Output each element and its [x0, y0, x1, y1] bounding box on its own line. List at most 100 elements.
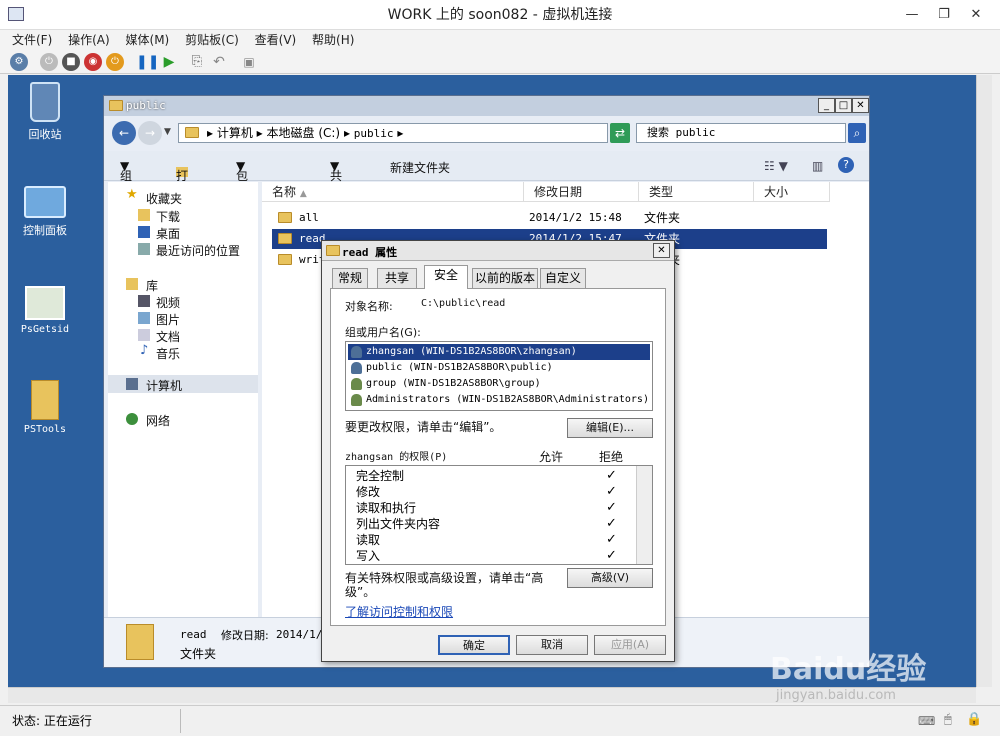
dialog-close-button[interactable]: ✕: [653, 243, 670, 258]
sort-ascending-icon: ▲: [299, 189, 307, 199]
forward-icon[interactable]: →: [138, 121, 162, 145]
enhanced-session-icon[interactable]: ▣: [240, 53, 258, 71]
menu-file[interactable]: 文件(F): [12, 30, 52, 50]
address-bar[interactable]: ▸ 计算机 ▸ 本地磁盘 (C:) ▸ public ▸: [178, 123, 608, 143]
permission-row: 列出文件夹内容 ✓: [356, 516, 617, 531]
advanced-button[interactable]: 高级(V): [567, 568, 653, 588]
permissions-scrollbar[interactable]: [636, 466, 652, 564]
explorer-title: public: [126, 99, 166, 112]
back-icon[interactable]: ←: [112, 121, 136, 145]
host-title-bar: WORK 上的 soon082 - 虚拟机连接 — ❐ ✕: [0, 0, 1000, 30]
nav-libraries[interactable]: 库: [146, 277, 158, 294]
save-icon[interactable]: ⏻: [106, 53, 124, 71]
tab-customize[interactable]: 自定义: [540, 268, 586, 288]
group-icon: [351, 378, 362, 390]
start-icon[interactable]: ⏻: [40, 53, 58, 71]
maximize-button[interactable]: ❐: [930, 6, 958, 24]
list-item[interactable]: public (WIN-DS1B2AS8BOR\public): [348, 360, 650, 376]
recent-pages-chevron-icon[interactable]: ▼: [164, 127, 171, 137]
breadcrumb: ▸ 计算机 ▸ 本地磁盘 (C:) ▸ public ▸: [207, 126, 404, 140]
pause-icon[interactable]: ❚❚: [136, 53, 159, 71]
list-item[interactable]: Administrators (WIN-DS1B2AS8BOR\Administ…: [348, 392, 650, 408]
deny-header: 拒绝: [599, 450, 624, 464]
music-icon: ♪: [140, 343, 149, 358]
preview-pane-icon[interactable]: ▥: [812, 159, 823, 173]
go-icon[interactable]: ⇄: [610, 123, 630, 143]
nav-documents[interactable]: 文档: [156, 328, 180, 345]
dialog-title: read 属性: [342, 246, 398, 259]
desktop-icon-recycle-bin[interactable]: 回收站: [10, 82, 80, 142]
nav-videos[interactable]: 视频: [156, 294, 180, 311]
view-options-icon[interactable]: ☷ ▼: [764, 159, 788, 173]
desktop-icon-psgetsid[interactable]: PsGetsid: [10, 286, 80, 335]
nav-recent-places[interactable]: 最近访问的位置: [156, 242, 240, 259]
permission-row: 写入 ✓: [356, 548, 617, 563]
breadcrumb-public[interactable]: public: [354, 127, 394, 140]
desktop-icon-control-panel[interactable]: 控制面板: [10, 186, 80, 238]
control-panel-icon: [24, 186, 66, 218]
details-type: 文件夹: [180, 647, 217, 661]
breadcrumb-local-disk[interactable]: 本地磁盘 (C:): [267, 126, 341, 140]
nav-music[interactable]: 音乐: [156, 345, 180, 362]
user-icon: [351, 346, 362, 358]
edit-button[interactable]: 编辑(E)...: [567, 418, 653, 438]
list-item[interactable]: zhangsan (WIN-DS1B2AS8BOR\zhangsan): [348, 344, 650, 360]
tab-security[interactable]: 安全: [424, 265, 468, 289]
apply-button[interactable]: 应用(A): [594, 635, 666, 655]
menu-view[interactable]: 查看(V): [255, 30, 297, 50]
check-icon: ✓: [606, 500, 617, 515]
learn-access-control-link[interactable]: 了解访问控制和权限: [345, 603, 453, 620]
desktop-icon-label: 回收站: [28, 128, 62, 141]
share-button[interactable]: 共享 ▼: [330, 159, 342, 200]
ctrl-alt-del-icon[interactable]: ⚙: [10, 53, 28, 71]
revert-icon[interactable]: ↶: [210, 53, 228, 71]
tab-general[interactable]: 常规: [332, 268, 368, 288]
search-input[interactable]: 搜索 public: [636, 123, 846, 143]
column-date[interactable]: 修改日期: [524, 182, 639, 202]
breadcrumb-computer[interactable]: 计算机: [217, 126, 253, 140]
new-folder-button[interactable]: 新建文件夹: [390, 159, 450, 176]
folder-icon: [278, 233, 292, 244]
cancel-button[interactable]: 取消: [516, 635, 588, 655]
snapshot-icon[interactable]: ⎘: [188, 53, 206, 71]
object-name-label: 对象名称:: [345, 300, 393, 313]
tab-sharing[interactable]: 共享: [377, 268, 417, 288]
organize-button[interactable]: 组织 ▼: [120, 159, 132, 200]
host-menu-bar: 文件(F) 操作(A) 媒体(M) 剪贴板(C) 查看(V) 帮助(H): [0, 30, 1000, 50]
explorer-maximize-button[interactable]: □: [835, 98, 852, 113]
column-type[interactable]: 类型: [639, 182, 754, 202]
help-icon[interactable]: ?: [838, 157, 854, 173]
menu-help[interactable]: 帮助(H): [312, 30, 354, 50]
nav-downloads[interactable]: 下载: [156, 208, 180, 225]
menu-clipboard[interactable]: 剪贴板(C): [185, 30, 239, 50]
menu-media[interactable]: 媒体(M): [126, 30, 170, 50]
menu-action[interactable]: 操作(A): [68, 30, 110, 50]
table-row[interactable]: all 2014/1/2 15:48 文件夹: [272, 208, 827, 228]
nav-pictures[interactable]: 图片: [156, 311, 180, 328]
keyboard-icon: ⌨: [918, 714, 936, 728]
explorer-minimize-button[interactable]: _: [818, 98, 835, 113]
nav-network[interactable]: 网络: [146, 412, 170, 429]
include-in-library-button[interactable]: 包含到库中 ▼: [236, 159, 248, 251]
nav-desktop[interactable]: 桌面: [156, 225, 180, 242]
explorer-close-button[interactable]: ✕: [852, 98, 869, 113]
vertical-scrollbar[interactable]: [976, 75, 992, 687]
close-button[interactable]: ✕: [962, 6, 990, 24]
group-users-label: 组或用户名(G):: [345, 326, 421, 339]
tab-previous-versions[interactable]: 以前的版本: [472, 268, 538, 288]
search-icon[interactable]: ⌕: [848, 123, 866, 143]
nav-computer[interactable]: 计算机: [146, 377, 182, 394]
desktop-icon-pstools[interactable]: PSTools: [10, 380, 80, 435]
resume-icon[interactable]: ▶: [160, 53, 178, 71]
column-name[interactable]: 名称 ▲: [262, 182, 524, 202]
shutdown-icon[interactable]: ◉: [84, 53, 102, 71]
nav-favorites[interactable]: 收藏夹: [146, 190, 182, 207]
ok-button[interactable]: 确定: [438, 635, 510, 655]
list-item[interactable]: group (WIN-DS1B2AS8BOR\group): [348, 376, 650, 392]
turn-off-icon[interactable]: ■: [62, 53, 80, 71]
documents-icon: [138, 329, 150, 341]
check-icon: ✓: [606, 516, 617, 531]
downloads-icon: [138, 209, 150, 221]
minimize-button[interactable]: —: [898, 6, 926, 24]
column-size[interactable]: 大小: [754, 182, 830, 202]
